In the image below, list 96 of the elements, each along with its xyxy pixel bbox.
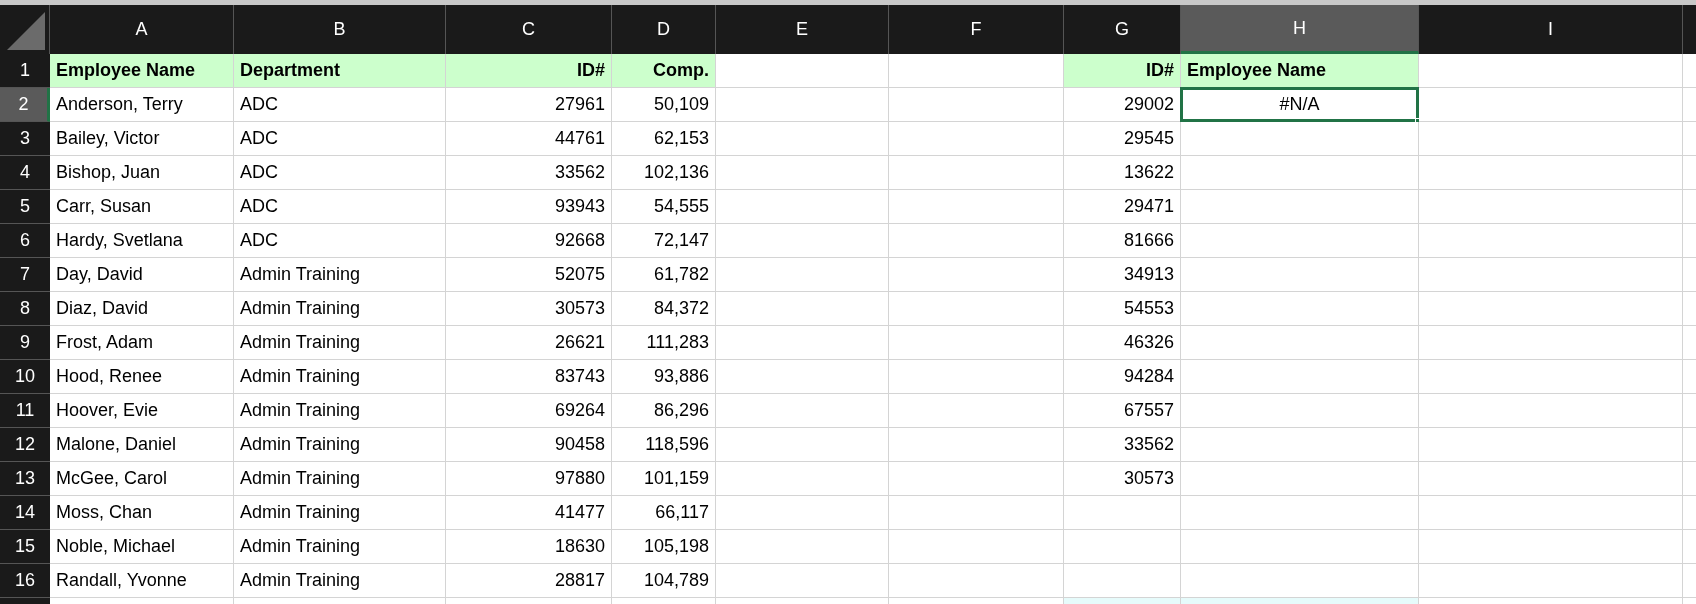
row-header[interactable]: 13 — [0, 462, 50, 496]
table-cell[interactable]: 62,153 — [612, 122, 716, 156]
table-cell[interactable]: 111,283 — [612, 326, 716, 360]
table-cell[interactable]: 92668 — [446, 224, 612, 258]
table-cell[interactable]: Admin Training — [234, 462, 446, 496]
table-cell[interactable]: 118,596 — [612, 428, 716, 462]
table-cell[interactable]: 44761 — [446, 122, 612, 156]
table-cell[interactable]: 86,296 — [612, 394, 716, 428]
table-cell[interactable]: ADC — [234, 88, 446, 122]
table-cell[interactable]: Admin Training — [234, 530, 446, 564]
table-cell[interactable]: 104,789 — [612, 564, 716, 598]
table-cell[interactable]: 26621 — [446, 326, 612, 360]
table-cell[interactable]: Employee Name — [50, 54, 234, 88]
table-cell[interactable]: 18630 — [446, 530, 612, 564]
table-cell[interactable]: 83743 — [446, 360, 612, 394]
table-cell[interactable]: 97880 — [446, 462, 612, 496]
row-header[interactable]: 1 — [0, 54, 50, 88]
table-cell[interactable]: 28817 — [446, 564, 612, 598]
table-cell[interactable]: 101,159 — [612, 462, 716, 496]
table-cell[interactable]: Admin Training — [234, 292, 446, 326]
row-header[interactable]: 14 — [0, 496, 50, 530]
table-cell[interactable]: 52075 — [446, 258, 612, 292]
row-header[interactable]: 8 — [0, 292, 50, 326]
table-cell[interactable]: Employee Name — [1181, 54, 1419, 88]
row-header[interactable]: 15 — [0, 530, 50, 564]
table-cell[interactable]: Bailey, Victor — [50, 122, 234, 156]
table-cell[interactable]: #N/A — [1181, 88, 1419, 122]
table-cell[interactable]: ADC — [234, 122, 446, 156]
table-cell[interactable]: Admin Training — [234, 564, 446, 598]
row-header[interactable]: 3 — [0, 122, 50, 156]
row-header[interactable]: 16 — [0, 564, 50, 598]
table-cell[interactable]: 33562 — [446, 156, 612, 190]
table-cell[interactable]: Frost, Adam — [50, 326, 234, 360]
table-cell[interactable]: 29545 — [1064, 122, 1181, 156]
table-cell[interactable]: 93943 — [446, 190, 612, 224]
table-cell[interactable]: 30573 — [1064, 462, 1181, 496]
table-cell[interactable]: Admin Training — [234, 428, 446, 462]
table-cell[interactable]: 94284 — [1064, 360, 1181, 394]
table-cell[interactable]: Diaz, David — [50, 292, 234, 326]
table-cell[interactable]: Hood, Renee — [50, 360, 234, 394]
table-cell[interactable]: Randall, Yvonne — [50, 564, 234, 598]
table-cell[interactable]: Carr, Susan — [50, 190, 234, 224]
row-header[interactable]: 5 — [0, 190, 50, 224]
table-cell[interactable]: McGee, Carol — [50, 462, 234, 496]
table-cell[interactable]: Admin Training — [234, 394, 446, 428]
table-cell[interactable]: ADC — [234, 224, 446, 258]
row-header[interactable]: 12 — [0, 428, 50, 462]
table-cell[interactable]: 54553 — [1064, 292, 1181, 326]
table-cell[interactable]: 33562 — [1064, 428, 1181, 462]
table-cell[interactable]: 90458 — [446, 428, 612, 462]
table-cell[interactable]: 84,372 — [612, 292, 716, 326]
table-cell[interactable]: Admin Training — [234, 496, 446, 530]
table-cell[interactable]: Admin Training — [234, 258, 446, 292]
table-cell[interactable]: 50,109 — [612, 88, 716, 122]
table-cell[interactable]: ID# — [446, 54, 612, 88]
row-header[interactable]: 4 — [0, 156, 50, 190]
table-cell[interactable]: Hardy, Svetlana — [50, 224, 234, 258]
table-cell[interactable]: 69264 — [446, 394, 612, 428]
table-cell[interactable]: Admin Training — [234, 326, 446, 360]
table-cell[interactable]: ID# — [1064, 54, 1181, 88]
table-cell[interactable]: ADC — [234, 190, 446, 224]
triangle-icon — [7, 12, 45, 50]
table-cell[interactable]: 27961 — [446, 88, 612, 122]
table-cell[interactable]: 29471 — [1064, 190, 1181, 224]
table-cell[interactable]: Bishop, Juan — [50, 156, 234, 190]
table-cell[interactable]: Department — [234, 54, 446, 88]
column-header[interactable]: H — [1181, 5, 1419, 54]
table-cell[interactable]: 13622 — [1064, 156, 1181, 190]
row-header[interactable]: 9 — [0, 326, 50, 360]
table-cell[interactable]: 81666 — [1064, 224, 1181, 258]
table-cell[interactable]: Admin Training — [234, 360, 446, 394]
table-cell[interactable]: 54,555 — [612, 190, 716, 224]
table-cell[interactable]: 34913 — [1064, 258, 1181, 292]
table-cell[interactable]: 41477 — [446, 496, 612, 530]
table-cell[interactable]: ADC — [234, 156, 446, 190]
table-cell[interactable]: 61,782 — [612, 258, 716, 292]
table-cell[interactable]: 67557 — [1064, 394, 1181, 428]
table-cell[interactable]: Comp. — [612, 54, 716, 88]
row-header[interactable]: 6 — [0, 224, 50, 258]
table-cell[interactable]: Moss, Chan — [50, 496, 234, 530]
table-cell[interactable]: 72,147 — [612, 224, 716, 258]
table-cell[interactable]: Malone, Daniel — [50, 428, 234, 462]
table-cell[interactable]: 105,198 — [612, 530, 716, 564]
table-cell[interactable]: 30573 — [446, 292, 612, 326]
row-header[interactable]: 2 — [0, 88, 50, 122]
table-cell[interactable]: Day, David — [50, 258, 234, 292]
row-header[interactable]: 11 — [0, 394, 50, 428]
table-cell[interactable]: 46326 — [1064, 326, 1181, 360]
row-header[interactable]: 10 — [0, 360, 50, 394]
row-header[interactable]: 7 — [0, 258, 50, 292]
table-cell[interactable]: Anderson, Terry — [50, 88, 234, 122]
table-cell[interactable]: 102,136 — [612, 156, 716, 190]
table-cell[interactable]: 66,117 — [612, 496, 716, 530]
table-cell[interactable]: 93,886 — [612, 360, 716, 394]
table-cell[interactable]: Hoover, Evie — [50, 394, 234, 428]
table-cell[interactable]: Noble, Michael — [50, 530, 234, 564]
